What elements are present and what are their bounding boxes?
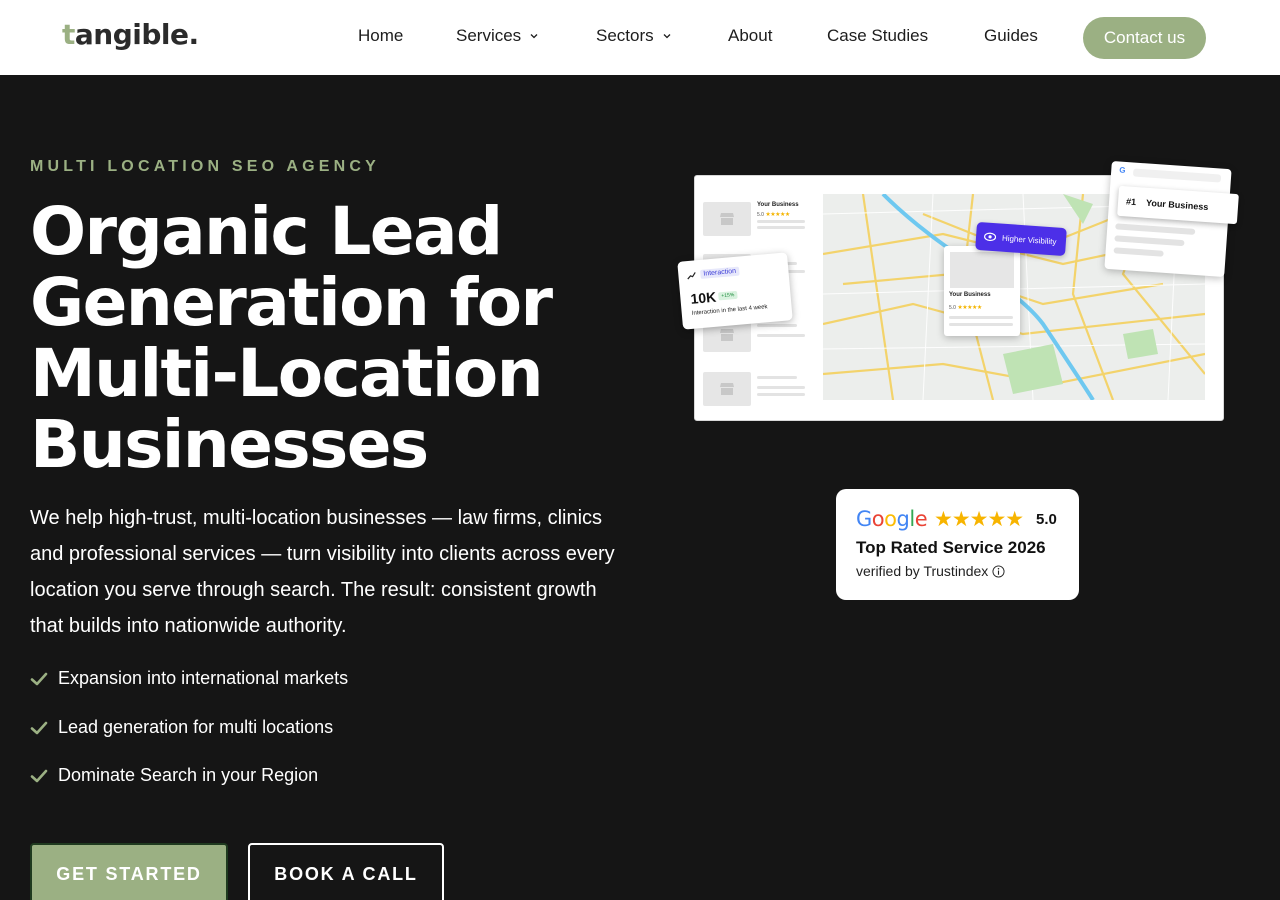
interaction-subtitle: Interaction in the last 4 week xyxy=(691,304,768,317)
placeholder-line xyxy=(757,324,797,327)
info-icon[interactable] xyxy=(992,564,1005,578)
google-g-icon: G xyxy=(1118,165,1126,175)
benefit-text: Dominate Search in your Region xyxy=(58,765,319,785)
placeholder-line xyxy=(1115,223,1196,235)
review-badge[interactable]: Google ★★★★★ 5.0 Top Rated Service 2026 … xyxy=(836,489,1079,600)
storefront-icon xyxy=(703,372,751,406)
nav-guides-label: Guides xyxy=(984,26,1038,45)
benefit-text: Lead generation for multi locations xyxy=(58,717,334,737)
placeholder-line xyxy=(757,386,805,389)
hero-lead: We help high-trust, multi-location busin… xyxy=(30,507,615,637)
nav-sectors-label: Sectors xyxy=(596,26,654,45)
placeholder-line xyxy=(949,316,1013,319)
interaction-card: Interaction 10K +15% Interaction in the … xyxy=(677,252,793,330)
stars-icon: ★★★★★ xyxy=(765,212,790,218)
checkmark-icon xyxy=(30,721,48,734)
nav-home-label: Home xyxy=(358,26,404,45)
placeholder-line xyxy=(757,393,805,396)
google-logo: Google xyxy=(856,507,928,531)
nav-guides[interactable]: Guides xyxy=(984,26,1038,46)
nav-case-studies-label: Case Studies xyxy=(827,26,929,45)
review-title: Top Rated Service 2026 xyxy=(856,538,1046,557)
placeholder-line xyxy=(757,226,805,229)
nav-about[interactable]: About xyxy=(728,26,772,46)
headline-line-3: Multi-Location xyxy=(30,335,544,412)
nav-case-studies[interactable]: Case Studies xyxy=(827,26,928,46)
headline-line-2: Generation for xyxy=(30,264,553,341)
list-item: Your Business 5.0 ★★★★★ xyxy=(701,196,811,236)
logo-initial: t xyxy=(62,18,75,51)
headline-line-4: Businesses xyxy=(30,406,429,483)
headline-line-1: Organic Lead xyxy=(30,193,503,270)
higher-visibility-label: Higher Visibility xyxy=(1001,233,1057,246)
trend-up-icon xyxy=(687,272,696,280)
interaction-label: Interaction xyxy=(700,266,740,279)
rank-number: #1 xyxy=(1125,196,1137,208)
contact-button[interactable]: Contact us xyxy=(1083,17,1206,59)
nav-sectors[interactable]: Sectors xyxy=(596,26,672,46)
placeholder-line xyxy=(757,376,797,379)
storefront-icon xyxy=(703,202,751,236)
placeholder-line xyxy=(949,323,1013,326)
list-item xyxy=(701,366,811,406)
map-business-card: Your Business 5.0 ★★★★★ xyxy=(944,246,1020,336)
list-rating: 5.0 ★★★★★ xyxy=(757,211,790,218)
list-business-name: Your Business xyxy=(757,202,799,208)
placeholder-line xyxy=(1113,247,1164,257)
interaction-change: +15% xyxy=(718,290,738,301)
eye-icon xyxy=(983,232,997,242)
brand-logo[interactable]: t angible. xyxy=(62,18,199,51)
storefront-icon xyxy=(950,252,1014,288)
card-rating-value: 5.0 xyxy=(949,305,956,311)
benefit-item: Lead generation for multi locations xyxy=(30,717,333,738)
star-rating-icon: ★★★★★ xyxy=(934,508,1024,531)
hero-eyebrow: MULTI LOCATION SEO AGENCY xyxy=(30,158,381,175)
nav-home[interactable]: Home xyxy=(358,26,403,46)
benefit-item: Expansion into international markets xyxy=(30,668,348,689)
review-verified: verified by Trustindex xyxy=(856,563,1005,579)
placeholder-line xyxy=(757,220,805,223)
benefit-text: Expansion into international markets xyxy=(58,668,349,688)
list-rating-value: 5.0 xyxy=(757,212,764,218)
hero-headline: Organic Lead Generation for Multi-Locati… xyxy=(30,196,630,480)
chevron-down-icon xyxy=(663,34,671,39)
nav-services-label: Services xyxy=(456,26,522,45)
nav-services[interactable]: Services xyxy=(456,26,539,46)
placeholder-line xyxy=(757,334,805,337)
search-bar xyxy=(1132,168,1222,183)
placeholder-line xyxy=(1114,235,1185,247)
review-verified-text: verified by Trustindex xyxy=(856,563,989,579)
nav-about-label: About xyxy=(728,26,773,45)
card-rating: 5.0 ★★★★★ xyxy=(949,304,982,311)
get-started-button[interactable]: GET STARTED xyxy=(30,843,228,900)
benefit-item: Dominate Search in your Region xyxy=(30,765,318,786)
checkmark-icon xyxy=(30,769,48,782)
rank-business-name: Your Business xyxy=(1145,197,1209,213)
review-score: 5.0 xyxy=(1036,511,1057,528)
chevron-down-icon xyxy=(530,34,538,39)
stars-icon: ★★★★★ xyxy=(957,305,982,311)
interaction-value: 10K xyxy=(689,288,717,307)
book-a-call-button[interactable]: BOOK A CALL xyxy=(248,843,444,900)
logo-text: angible. xyxy=(74,18,199,51)
site-header: t angible. Home Services Sectors About Ca… xyxy=(0,0,1280,75)
checkmark-icon xyxy=(30,672,48,685)
card-business-name: Your Business xyxy=(949,292,991,298)
